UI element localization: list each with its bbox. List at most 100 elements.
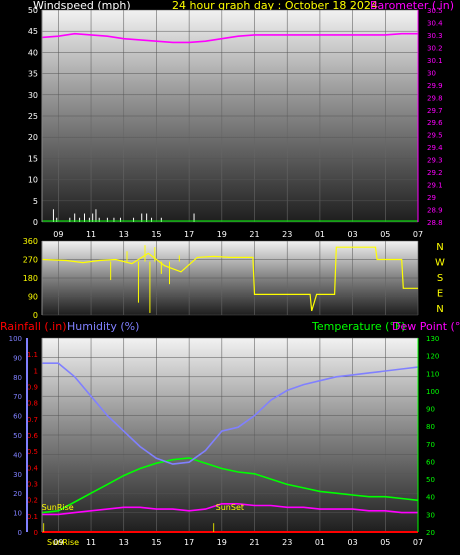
rain-tick-label: 0.8 <box>27 400 38 408</box>
temp-tick-label: 120 <box>426 353 439 361</box>
baro-tick-label: 29.1 <box>427 182 443 190</box>
compass-label: W <box>435 258 445 269</box>
x-tick-label-bottom: 15 <box>151 538 161 547</box>
temp-tick-label: 110 <box>426 370 439 378</box>
x-tick-label-bottom: 05 <box>380 538 390 547</box>
temp-tick-label: 100 <box>426 388 439 396</box>
winddir-tick-label: 180 <box>23 274 38 283</box>
baro-tick-label: 29.2 <box>427 169 443 177</box>
humidity-tick-label: 40 <box>13 451 22 459</box>
rain-tick-label: 0.3 <box>27 481 38 489</box>
x-tick-label-bottom: 17 <box>184 538 194 547</box>
x-tick-label: 09 <box>53 230 63 239</box>
rain-tick-label: 0 <box>34 529 38 537</box>
temp-tick-label: 90 <box>426 406 435 414</box>
compass-label: N <box>436 304 443 315</box>
x-tick-label-bottom: 19 <box>217 538 227 547</box>
x-tick-label-bottom: 07 <box>413 538 423 547</box>
baro-tick-label: 29.8 <box>427 94 443 102</box>
wind-tick-label: 15 <box>28 154 38 163</box>
compass-label: S <box>437 273 443 284</box>
winddir-tick-label: 90 <box>28 293 38 302</box>
x-tick-label: 13 <box>119 230 129 239</box>
x-tick-label: 23 <box>282 230 292 239</box>
rain-tick-label: 0.6 <box>27 432 39 440</box>
baro-tick-label: 30 <box>427 69 436 77</box>
rain-tick-label: 0.4 <box>27 464 39 472</box>
wind-tick-label: 40 <box>28 48 38 57</box>
x-tick-label: 15 <box>151 230 161 239</box>
x-tick-label-bottom: 01 <box>315 538 325 547</box>
temp-tick-label: 80 <box>426 423 435 431</box>
sunrise-marker-label: SunRise <box>42 503 74 512</box>
rain-tick-label: 0.9 <box>27 384 38 392</box>
baro-tick-label: 30.2 <box>427 44 443 52</box>
humidity-tick-label: 90 <box>13 354 22 362</box>
baro-tick-label: 30.3 <box>427 32 443 40</box>
compass-label: E <box>437 289 443 300</box>
rain-tick-label: 0.5 <box>27 448 38 456</box>
x-tick-label: 11 <box>86 230 96 239</box>
temp-tick-label: 60 <box>426 458 435 466</box>
wind-tick-label: 5 <box>33 197 38 206</box>
humidity-tick-label: 10 <box>13 510 22 518</box>
baro-tick-label: 29 <box>427 194 436 202</box>
rain-tick-label: 0.1 <box>27 513 38 521</box>
humidity-tick-label: 100 <box>9 335 22 343</box>
x-tick-label: 01 <box>315 230 325 239</box>
x-tick-label: 19 <box>217 230 227 239</box>
rain-tick-label: 1.1 <box>27 351 38 359</box>
humidity-tick-label: 0 <box>18 529 22 537</box>
baro-tick-label: 29.3 <box>427 157 443 165</box>
temp-tick-label: 20 <box>426 529 435 537</box>
x-tick-label: 03 <box>348 230 358 239</box>
temp-tick-label: 30 <box>426 511 435 519</box>
sunset-marker-label: SunSet <box>216 503 244 512</box>
temp-tick-label: 70 <box>426 441 435 449</box>
x-tick-label-bottom: 09 <box>53 538 63 547</box>
humidity-tick-label: 60 <box>13 413 22 421</box>
baro-tick-label: 29.6 <box>427 119 443 127</box>
x-tick-label: 17 <box>184 230 194 239</box>
humidity-tick-label: 30 <box>13 471 22 479</box>
rain-tick-label: 0.2 <box>27 497 38 505</box>
wind-tick-label: 25 <box>28 112 38 121</box>
baro-tick-label: 30.4 <box>427 19 443 27</box>
baro-tick-label: 29.7 <box>427 107 443 115</box>
baro-tick-label: 30.5 <box>427 7 443 15</box>
x-tick-label-bottom: 13 <box>119 538 129 547</box>
winddir-tick-label: 0 <box>33 311 38 320</box>
rain-tick-label: 0.7 <box>27 416 38 424</box>
humidity-tick-label: 20 <box>13 490 22 498</box>
x-tick-label-bottom: 21 <box>249 538 259 547</box>
wind-tick-label: 10 <box>28 176 38 185</box>
winddir-tick-label: 360 <box>23 237 38 246</box>
humidity-tick-label: 70 <box>13 393 22 401</box>
wind-tick-label: 30 <box>28 91 38 100</box>
baro-tick-label: 28.9 <box>427 207 443 215</box>
temp-tick-label: 130 <box>426 335 439 343</box>
weather-charts: 0510152025303540455028.828.92929.129.229… <box>9 6 445 547</box>
wind-tick-label: 0 <box>33 218 38 227</box>
baro-tick-label: 29.4 <box>427 144 443 152</box>
x-tick-label: 07 <box>413 230 423 239</box>
wind-tick-label: 20 <box>28 133 38 142</box>
x-tick-label: 05 <box>380 230 390 239</box>
temp-tick-label: 50 <box>426 476 435 484</box>
x-tick-label: 21 <box>249 230 259 239</box>
x-tick-label-bottom: 03 <box>348 538 358 547</box>
baro-tick-label: 29.9 <box>427 82 443 90</box>
x-tick-label-bottom: 23 <box>282 538 292 547</box>
wind-tick-label: 45 <box>28 27 38 36</box>
humidity-tick-label: 50 <box>13 432 22 440</box>
humidity-tick-label: 80 <box>13 374 22 382</box>
compass-label: N <box>436 242 443 253</box>
winddir-tick-label: 270 <box>23 256 38 265</box>
baro-tick-label: 29.5 <box>427 132 443 140</box>
temp-tick-label: 40 <box>426 494 435 502</box>
x-tick-label-bottom: 11 <box>86 538 96 547</box>
wind-tick-label: 50 <box>28 6 38 15</box>
baro-tick-label: 28.8 <box>427 219 443 227</box>
baro-tick-label: 30.1 <box>427 57 443 65</box>
weather-graph-page: Windspeed (mph) 24 hour graph day : Octo… <box>0 0 460 555</box>
